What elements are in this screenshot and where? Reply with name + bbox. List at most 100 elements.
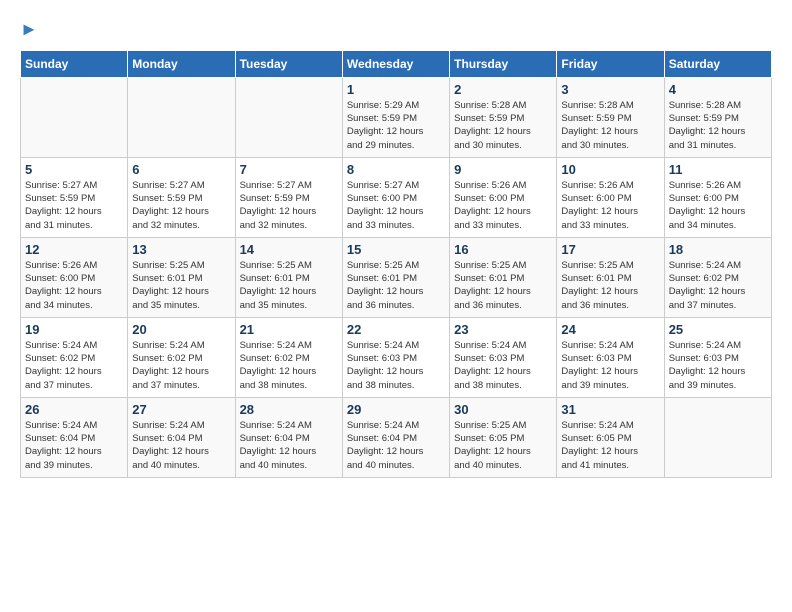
calendar-cell: 5 Sunrise: 5:27 AM Sunset: 5:59 PM Daylig… <box>21 157 128 237</box>
calendar-cell: 9 Sunrise: 5:26 AM Sunset: 6:00 PM Daylig… <box>450 157 557 237</box>
calendar-cell: 19 Sunrise: 5:24 AM Sunset: 6:02 PM Dayli… <box>21 317 128 397</box>
calendar-cell: 24 Sunrise: 5:24 AM Sunset: 6:03 PM Dayli… <box>557 317 664 397</box>
calendar-week-row: 1 Sunrise: 5:29 AM Sunset: 5:59 PM Daylig… <box>21 77 772 157</box>
day-number: 15 <box>347 242 445 257</box>
day-number: 31 <box>561 402 659 417</box>
calendar-cell <box>235 77 342 157</box>
calendar-cell <box>128 77 235 157</box>
calendar-cell: 6 Sunrise: 5:27 AM Sunset: 5:59 PM Daylig… <box>128 157 235 237</box>
weekday-header: Sunday <box>21 50 128 77</box>
calendar-cell: 4 Sunrise: 5:28 AM Sunset: 5:59 PM Daylig… <box>664 77 771 157</box>
day-info: Sunrise: 5:24 AM Sunset: 6:03 PM Dayligh… <box>561 339 659 392</box>
calendar-week-row: 19 Sunrise: 5:24 AM Sunset: 6:02 PM Dayli… <box>21 317 772 397</box>
calendar-cell: 28 Sunrise: 5:24 AM Sunset: 6:04 PM Dayli… <box>235 397 342 477</box>
day-number: 5 <box>25 162 123 177</box>
day-number: 22 <box>347 322 445 337</box>
page-header: ► <box>20 20 772 40</box>
day-number: 4 <box>669 82 767 97</box>
day-info: Sunrise: 5:26 AM Sunset: 6:00 PM Dayligh… <box>561 179 659 232</box>
day-info: Sunrise: 5:26 AM Sunset: 6:00 PM Dayligh… <box>669 179 767 232</box>
calendar-cell: 27 Sunrise: 5:24 AM Sunset: 6:04 PM Dayli… <box>128 397 235 477</box>
calendar-cell: 29 Sunrise: 5:24 AM Sunset: 6:04 PM Dayli… <box>342 397 449 477</box>
day-number: 21 <box>240 322 338 337</box>
calendar-header-row: SundayMondayTuesdayWednesdayThursdayFrid… <box>21 50 772 77</box>
logo-text: ► <box>20 20 38 40</box>
day-info: Sunrise: 5:24 AM Sunset: 6:02 PM Dayligh… <box>669 259 767 312</box>
day-info: Sunrise: 5:28 AM Sunset: 5:59 PM Dayligh… <box>561 99 659 152</box>
day-number: 24 <box>561 322 659 337</box>
day-info: Sunrise: 5:24 AM Sunset: 6:04 PM Dayligh… <box>132 419 230 472</box>
day-info: Sunrise: 5:26 AM Sunset: 6:00 PM Dayligh… <box>454 179 552 232</box>
day-number: 9 <box>454 162 552 177</box>
day-info: Sunrise: 5:24 AM Sunset: 6:04 PM Dayligh… <box>347 419 445 472</box>
calendar-cell: 21 Sunrise: 5:24 AM Sunset: 6:02 PM Dayli… <box>235 317 342 397</box>
calendar-cell: 1 Sunrise: 5:29 AM Sunset: 5:59 PM Daylig… <box>342 77 449 157</box>
calendar-cell: 25Sunrise: 5:24 AM Sunset: 6:03 PM Dayli… <box>664 317 771 397</box>
weekday-header: Saturday <box>664 50 771 77</box>
day-number: 7 <box>240 162 338 177</box>
day-number: 1 <box>347 82 445 97</box>
weekday-header: Friday <box>557 50 664 77</box>
day-number: 18 <box>669 242 767 257</box>
day-number: 27 <box>132 402 230 417</box>
day-info: Sunrise: 5:25 AM Sunset: 6:01 PM Dayligh… <box>132 259 230 312</box>
calendar-cell: 31 Sunrise: 5:24 AM Sunset: 6:05 PM Dayli… <box>557 397 664 477</box>
day-info: Sunrise: 5:24 AM Sunset: 6:05 PM Dayligh… <box>561 419 659 472</box>
calendar-cell: 15 Sunrise: 5:25 AM Sunset: 6:01 PM Dayli… <box>342 237 449 317</box>
calendar-cell: 8Sunrise: 5:27 AM Sunset: 6:00 PM Daylig… <box>342 157 449 237</box>
day-info: Sunrise: 5:28 AM Sunset: 5:59 PM Dayligh… <box>669 99 767 152</box>
calendar-cell: 26 Sunrise: 5:24 AM Sunset: 6:04 PM Dayli… <box>21 397 128 477</box>
day-number: 10 <box>561 162 659 177</box>
day-number: 11 <box>669 162 767 177</box>
weekday-header: Tuesday <box>235 50 342 77</box>
calendar-cell: 30Sunrise: 5:25 AM Sunset: 6:05 PM Dayli… <box>450 397 557 477</box>
day-number: 16 <box>454 242 552 257</box>
day-number: 25 <box>669 322 767 337</box>
day-info: Sunrise: 5:24 AM Sunset: 6:02 PM Dayligh… <box>132 339 230 392</box>
day-info: Sunrise: 5:27 AM Sunset: 6:00 PM Dayligh… <box>347 179 445 232</box>
calendar-week-row: 5 Sunrise: 5:27 AM Sunset: 5:59 PM Daylig… <box>21 157 772 237</box>
day-info: Sunrise: 5:24 AM Sunset: 6:04 PM Dayligh… <box>25 419 123 472</box>
calendar-cell: 2 Sunrise: 5:28 AM Sunset: 5:59 PM Daylig… <box>450 77 557 157</box>
weekday-header: Wednesday <box>342 50 449 77</box>
day-info: Sunrise: 5:25 AM Sunset: 6:01 PM Dayligh… <box>561 259 659 312</box>
calendar-cell: 17 Sunrise: 5:25 AM Sunset: 6:01 PM Dayli… <box>557 237 664 317</box>
day-number: 2 <box>454 82 552 97</box>
day-info: Sunrise: 5:25 AM Sunset: 6:01 PM Dayligh… <box>347 259 445 312</box>
calendar-cell: 10 Sunrise: 5:26 AM Sunset: 6:00 PM Dayli… <box>557 157 664 237</box>
calendar-cell <box>664 397 771 477</box>
day-number: 13 <box>132 242 230 257</box>
calendar-cell: 14Sunrise: 5:25 AM Sunset: 6:01 PM Dayli… <box>235 237 342 317</box>
calendar-cell: 3Sunrise: 5:28 AM Sunset: 5:59 PM Daylig… <box>557 77 664 157</box>
day-info: Sunrise: 5:24 AM Sunset: 6:02 PM Dayligh… <box>25 339 123 392</box>
day-info: Sunrise: 5:24 AM Sunset: 6:03 PM Dayligh… <box>347 339 445 392</box>
day-number: 19 <box>25 322 123 337</box>
calendar-cell: 7Sunrise: 5:27 AM Sunset: 5:59 PM Daylig… <box>235 157 342 237</box>
day-info: Sunrise: 5:27 AM Sunset: 5:59 PM Dayligh… <box>132 179 230 232</box>
day-number: 14 <box>240 242 338 257</box>
calendar-table: SundayMondayTuesdayWednesdayThursdayFrid… <box>20 50 772 478</box>
day-number: 20 <box>132 322 230 337</box>
weekday-header: Monday <box>128 50 235 77</box>
day-number: 26 <box>25 402 123 417</box>
day-number: 17 <box>561 242 659 257</box>
day-number: 12 <box>25 242 123 257</box>
day-number: 28 <box>240 402 338 417</box>
day-number: 6 <box>132 162 230 177</box>
day-info: Sunrise: 5:27 AM Sunset: 5:59 PM Dayligh… <box>25 179 123 232</box>
calendar-week-row: 26 Sunrise: 5:24 AM Sunset: 6:04 PM Dayli… <box>21 397 772 477</box>
day-info: Sunrise: 5:25 AM Sunset: 6:05 PM Dayligh… <box>454 419 552 472</box>
calendar-week-row: 12 Sunrise: 5:26 AM Sunset: 6:00 PM Dayli… <box>21 237 772 317</box>
calendar-cell: 20 Sunrise: 5:24 AM Sunset: 6:02 PM Dayli… <box>128 317 235 397</box>
day-info: Sunrise: 5:26 AM Sunset: 6:00 PM Dayligh… <box>25 259 123 312</box>
calendar-cell: 18 Sunrise: 5:24 AM Sunset: 6:02 PM Dayli… <box>664 237 771 317</box>
day-info: Sunrise: 5:24 AM Sunset: 6:04 PM Dayligh… <box>240 419 338 472</box>
day-info: Sunrise: 5:29 AM Sunset: 5:59 PM Dayligh… <box>347 99 445 152</box>
day-info: Sunrise: 5:28 AM Sunset: 5:59 PM Dayligh… <box>454 99 552 152</box>
calendar-cell: 16 Sunrise: 5:25 AM Sunset: 6:01 PM Dayli… <box>450 237 557 317</box>
logo: ► <box>20 20 38 40</box>
day-info: Sunrise: 5:24 AM Sunset: 6:02 PM Dayligh… <box>240 339 338 392</box>
calendar-cell: 22 Sunrise: 5:24 AM Sunset: 6:03 PM Dayli… <box>342 317 449 397</box>
day-number: 29 <box>347 402 445 417</box>
day-info: Sunrise: 5:25 AM Sunset: 6:01 PM Dayligh… <box>454 259 552 312</box>
